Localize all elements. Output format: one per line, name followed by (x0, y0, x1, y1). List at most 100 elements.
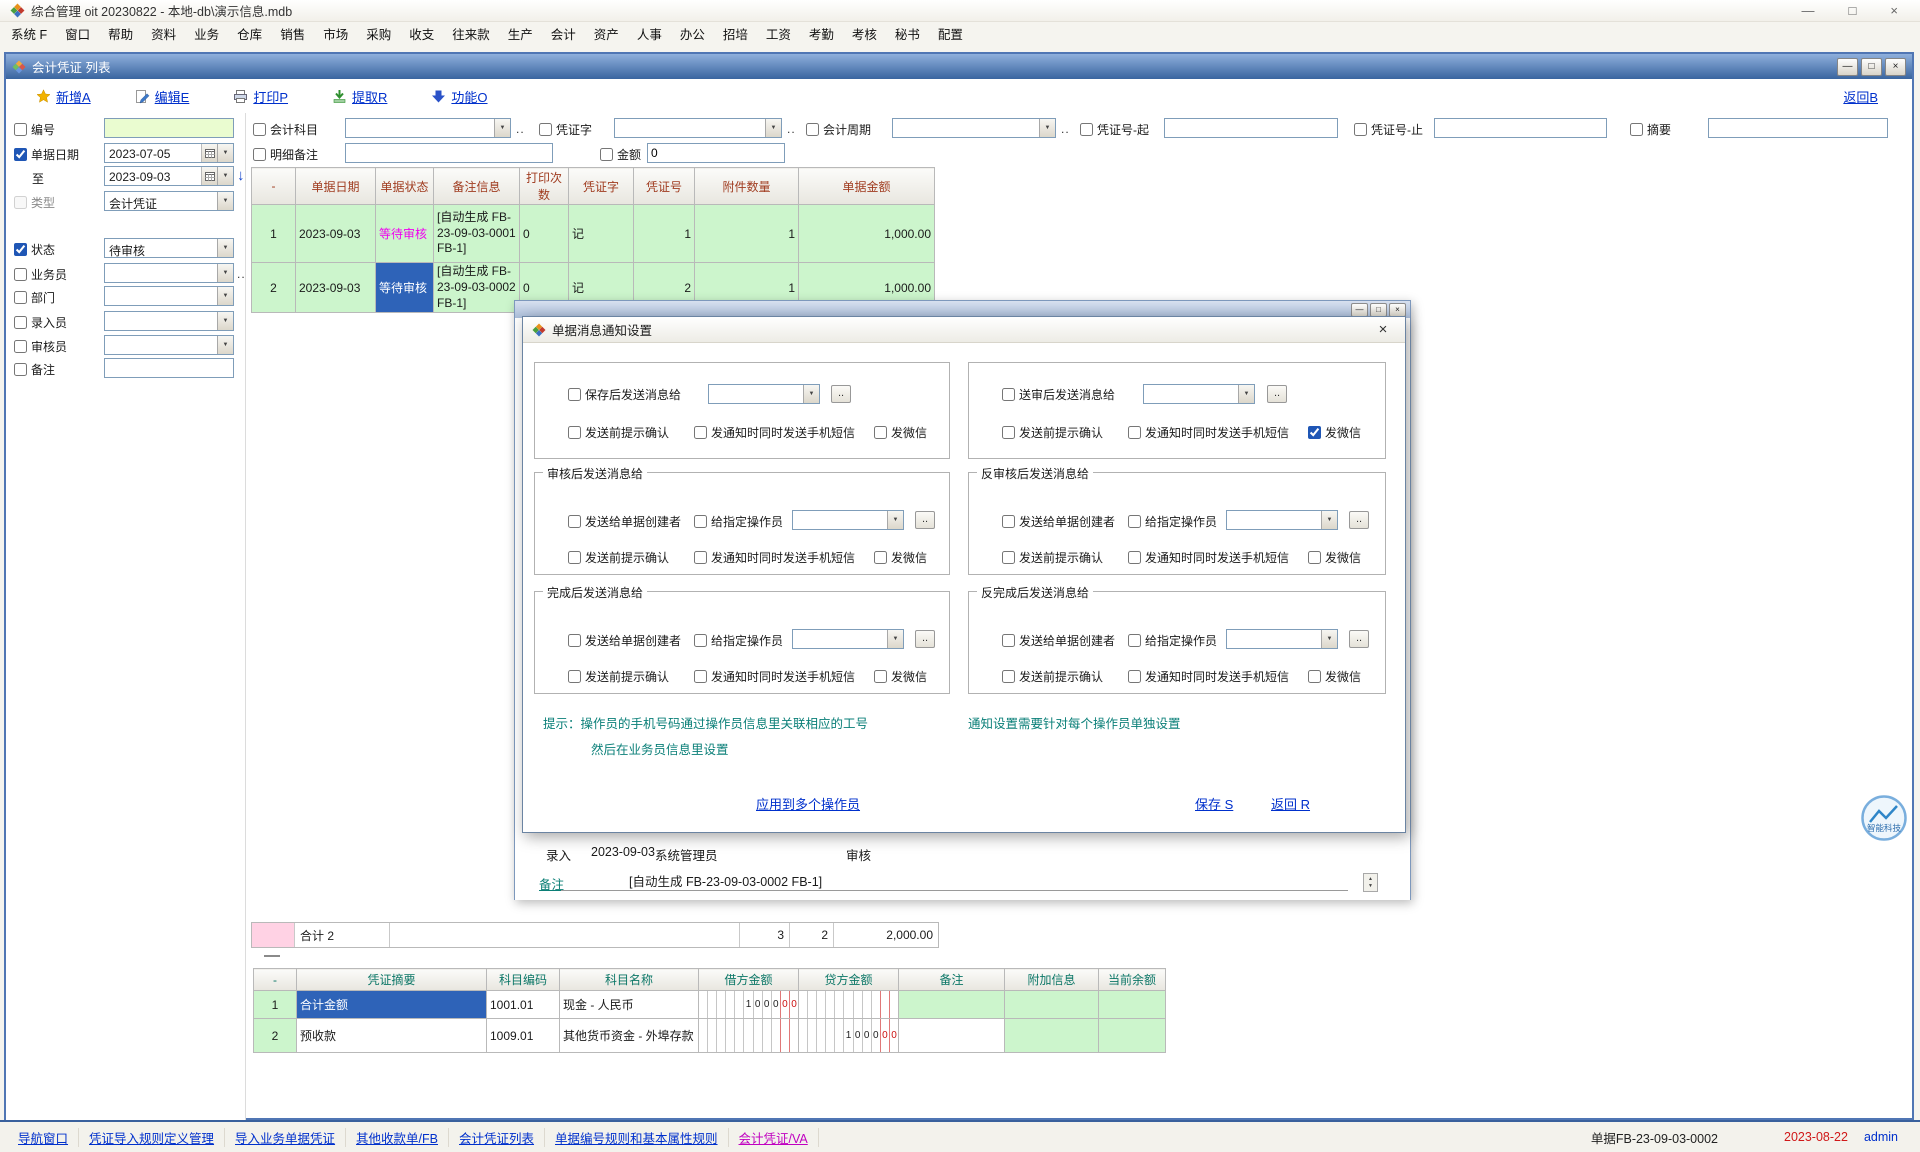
cell[interactable] (1005, 991, 1099, 1019)
voucher-word-select[interactable]: ▼ (614, 118, 782, 138)
calendar-icon[interactable] (201, 144, 217, 162)
finish-confirm-checkbox[interactable]: 发送前提示确认 (568, 668, 669, 685)
unfinish-operator-select[interactable]: ▼ (1226, 629, 1338, 649)
chevron-down-icon[interactable]: ▼ (1321, 630, 1337, 648)
unaudit-creator-checkbox[interactable]: 发送给单据创建者 (1002, 513, 1115, 530)
statusbar-item-voucher-list[interactable]: 会计凭证列表 (449, 1128, 545, 1147)
unaudit-operator-checkbox[interactable]: 给指定操作员 (1128, 513, 1217, 530)
menu-sales[interactable]: 销售 (271, 21, 314, 46)
functions-button[interactable]: 功能O (431, 87, 487, 106)
calendar-icon[interactable] (201, 167, 217, 185)
chevron-down-icon[interactable]: ▼ (217, 192, 233, 210)
cell[interactable]: 0 (520, 205, 569, 263)
detail-note-filter-checkbox[interactable]: 明细备注 (253, 146, 318, 163)
unaudit-wechat-checkbox-input[interactable] (1308, 551, 1321, 564)
debit-amount-cell[interactable]: 100000 (699, 991, 799, 1019)
col-debit[interactable]: 借方金额 (699, 969, 799, 991)
menu-help[interactable]: 帮助 (99, 21, 142, 46)
voucher-no-from-checkbox[interactable]: 凭证号-起 (1080, 121, 1149, 138)
summary-filter-checkbox-input[interactable] (1630, 123, 1643, 136)
period-browse-button[interactable]: .. (1061, 122, 1070, 136)
date-to-select[interactable]: 2023-09-03 ▼ (104, 166, 234, 186)
unaudit-sms-checkbox[interactable]: 发通知时同时发送手机短信 (1128, 549, 1289, 566)
unaudit-wechat-checkbox[interactable]: 发微信 (1308, 549, 1361, 566)
cell[interactable]: 1009.01 (487, 1019, 560, 1053)
close-button[interactable]: × (1890, 3, 1898, 18)
save-send-checkbox[interactable]: 保存后发送消息给 (568, 386, 681, 403)
unfinish-creator-checkbox-input[interactable] (1002, 634, 1015, 647)
col-summary[interactable]: 凭证摘要 (297, 969, 487, 991)
auditor-filter-checkbox-input[interactable] (14, 340, 27, 353)
note-input[interactable]: [自动生成 FB-23-09-03-0002 FB-1] (561, 871, 1348, 891)
print-button[interactable]: 打印P (233, 87, 288, 106)
scroll-up-icon[interactable]: ▲ (1368, 876, 1373, 882)
maximize-button[interactable]: □ (1861, 58, 1882, 76)
audit-confirm-checkbox[interactable]: 发送前提示确认 (568, 549, 669, 566)
type-select[interactable]: 会计凭证 ▼ (104, 191, 234, 211)
period-select[interactable]: ▼ (892, 118, 1056, 138)
unaudit-creator-checkbox-input[interactable] (1002, 515, 1015, 528)
menu-attendance[interactable]: 考勤 (800, 21, 843, 46)
status-select[interactable]: 待审核 ▼ (104, 238, 234, 258)
menu-system[interactable]: 系统 F (2, 21, 56, 46)
voucher-no-from-checkbox-input[interactable] (1080, 123, 1093, 136)
statusbar-item-nav[interactable]: 导航窗口 (8, 1128, 79, 1147)
cell[interactable]: 1 (695, 205, 799, 263)
edit-button[interactable]: 编辑E (135, 87, 190, 106)
cell[interactable] (899, 991, 1005, 1019)
cell[interactable]: 1001.01 (487, 991, 560, 1019)
cell[interactable]: 1 (634, 205, 695, 263)
audit-sms-checkbox-input[interactable] (694, 551, 707, 564)
save-wechat-checkbox-input[interactable] (874, 426, 887, 439)
chevron-down-icon[interactable]: ▼ (765, 119, 781, 137)
submit-send-checkbox[interactable]: 送审后发送消息给 (1002, 386, 1115, 403)
voucher-no-from-input[interactable] (1164, 118, 1338, 138)
account-browse-button[interactable]: .. (516, 122, 525, 136)
note-filter-input[interactable] (104, 358, 234, 378)
menu-config[interactable]: 配置 (929, 21, 972, 46)
menu-business[interactable]: 业务 (185, 21, 228, 46)
maximize-button[interactable]: □ (1370, 303, 1387, 317)
statusbar-item-numbering-rules[interactable]: 单据编号规则和基本属性规则 (545, 1128, 729, 1147)
audit-operator-browse-button[interactable]: .. (915, 511, 935, 529)
chevron-down-icon[interactable]: ▼ (217, 239, 233, 257)
close-button[interactable]: × (1885, 58, 1906, 76)
number-filter-checkbox[interactable]: 编号 (14, 121, 55, 138)
save-sms-checkbox-input[interactable] (694, 426, 707, 439)
cell[interactable]: 2 (252, 263, 296, 313)
cell[interactable]: 预收款 (297, 1019, 487, 1053)
detail-note-filter-input[interactable] (345, 143, 553, 163)
col-date[interactable]: 单据日期 (296, 168, 376, 205)
menu-secretary[interactable]: 秘书 (886, 21, 929, 46)
unfinish-wechat-checkbox-input[interactable] (1308, 670, 1321, 683)
unfinish-operator-browse-button[interactable]: .. (1349, 630, 1369, 648)
date-from-select[interactable]: 2023-07-05 ▼ (104, 143, 234, 163)
save-recipient-browse-button[interactable]: .. (831, 385, 851, 403)
account-select[interactable]: ▼ (345, 118, 511, 138)
maximize-button[interactable]: □ (1849, 3, 1857, 18)
account-filter-checkbox-input[interactable] (253, 123, 266, 136)
totals-marker-cell[interactable] (252, 923, 295, 947)
unfinish-sms-checkbox[interactable]: 发通知时同时发送手机短信 (1128, 668, 1289, 685)
col-voucher-no[interactable]: 凭证号 (634, 168, 695, 205)
audit-operator-checkbox-input[interactable] (694, 515, 707, 528)
date-filter-checkbox-input[interactable] (14, 148, 27, 161)
menu-income-expense[interactable]: 收支 (400, 21, 443, 46)
chevron-down-icon[interactable]: ▼ (1321, 511, 1337, 529)
unaudit-confirm-checkbox-input[interactable] (1002, 551, 1015, 564)
chevron-down-icon[interactable]: ▼ (494, 119, 510, 137)
chevron-down-icon[interactable]: ▼ (217, 167, 233, 185)
finish-operator-checkbox-input[interactable] (694, 634, 707, 647)
menu-warehouse[interactable]: 仓库 (228, 21, 271, 46)
department-select[interactable]: ▼ (104, 286, 234, 306)
col-balance[interactable]: 当前余额 (1099, 969, 1166, 991)
chevron-down-icon[interactable]: ▼ (887, 630, 903, 648)
menu-recruit[interactable]: 招培 (714, 21, 757, 46)
department-filter-checkbox[interactable]: 部门 (14, 289, 55, 306)
back-button[interactable]: 返回B (1843, 87, 1878, 106)
number-filter-checkbox-input[interactable] (14, 123, 27, 136)
save-wechat-checkbox[interactable]: 发微信 (874, 424, 927, 441)
cell[interactable]: 1,000.00 (799, 205, 935, 263)
save-send-checkbox-input[interactable] (568, 388, 581, 401)
col-note[interactable]: 备注信息 (434, 168, 520, 205)
